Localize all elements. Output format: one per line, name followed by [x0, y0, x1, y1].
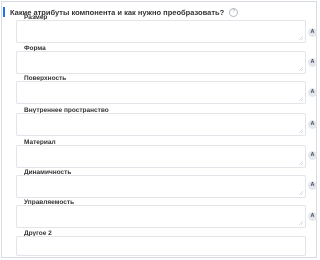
field-action-button-controllability[interactable]: A — [308, 212, 317, 221]
attributes-form-panel: Какие атрибуты компонента и как нужно пр… — [1, 1, 317, 258]
resize-grip-icon[interactable] — [299, 67, 303, 71]
accent-bar — [3, 7, 5, 17]
resize-grip-icon[interactable] — [299, 191, 303, 195]
field-input-surface[interactable] — [16, 81, 306, 104]
field-input-material[interactable] — [16, 145, 306, 168]
resize-grip-icon[interactable] — [299, 129, 303, 133]
field-input-size[interactable] — [16, 20, 306, 43]
field-input-inner-space[interactable] — [16, 113, 306, 136]
help-icon[interactable]: ? — [229, 7, 239, 17]
field-action-button-material[interactable]: A — [308, 151, 317, 160]
field-input-controllability[interactable] — [16, 205, 306, 228]
field-action-button-surface[interactable]: A — [308, 88, 317, 97]
resize-grip-icon[interactable] — [299, 221, 303, 225]
field-action-button-dynamics[interactable]: A — [308, 181, 317, 190]
resize-grip-icon[interactable] — [299, 36, 303, 40]
resize-grip-icon[interactable] — [299, 161, 303, 165]
resize-grip-icon[interactable] — [299, 97, 303, 101]
field-action-button-inner-space[interactable]: A — [308, 120, 317, 129]
field-action-button-shape[interactable]: A — [308, 58, 317, 67]
field-input-dynamics[interactable] — [16, 175, 306, 198]
field-action-button-size[interactable]: A — [308, 28, 317, 37]
field-input-other-2[interactable] — [16, 236, 306, 256]
field-input-shape[interactable] — [16, 51, 306, 74]
